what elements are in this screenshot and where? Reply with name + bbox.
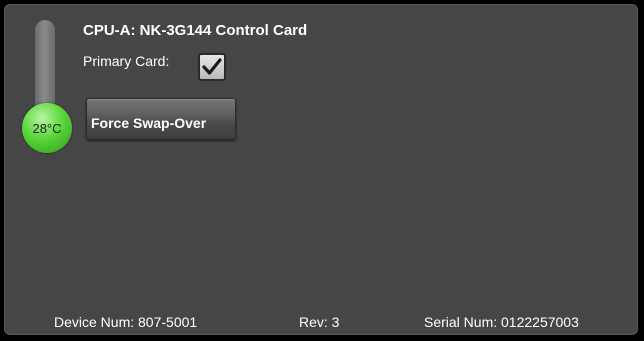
force-swap-over-button[interactable]: Force Swap-Over (86, 98, 236, 140)
temperature-value: 28°C (32, 120, 62, 136)
device-number: Device Num: 807-5001 (54, 314, 198, 330)
card-title: CPU-A: NK-3G144 Control Card (83, 22, 308, 39)
primary-card-label: Primary Card: (83, 53, 170, 69)
serial-number: Serial Num: 0122257003 (424, 314, 579, 330)
control-card-panel: 28°C CPU-A: NK-3G144 Control Card Primar… (4, 4, 638, 335)
primary-card-checkbox[interactable] (198, 53, 226, 81)
checkmark-icon (202, 58, 222, 75)
temperature-indicator: 28°C (22, 103, 72, 153)
revision: Rev: 3 (299, 314, 340, 330)
